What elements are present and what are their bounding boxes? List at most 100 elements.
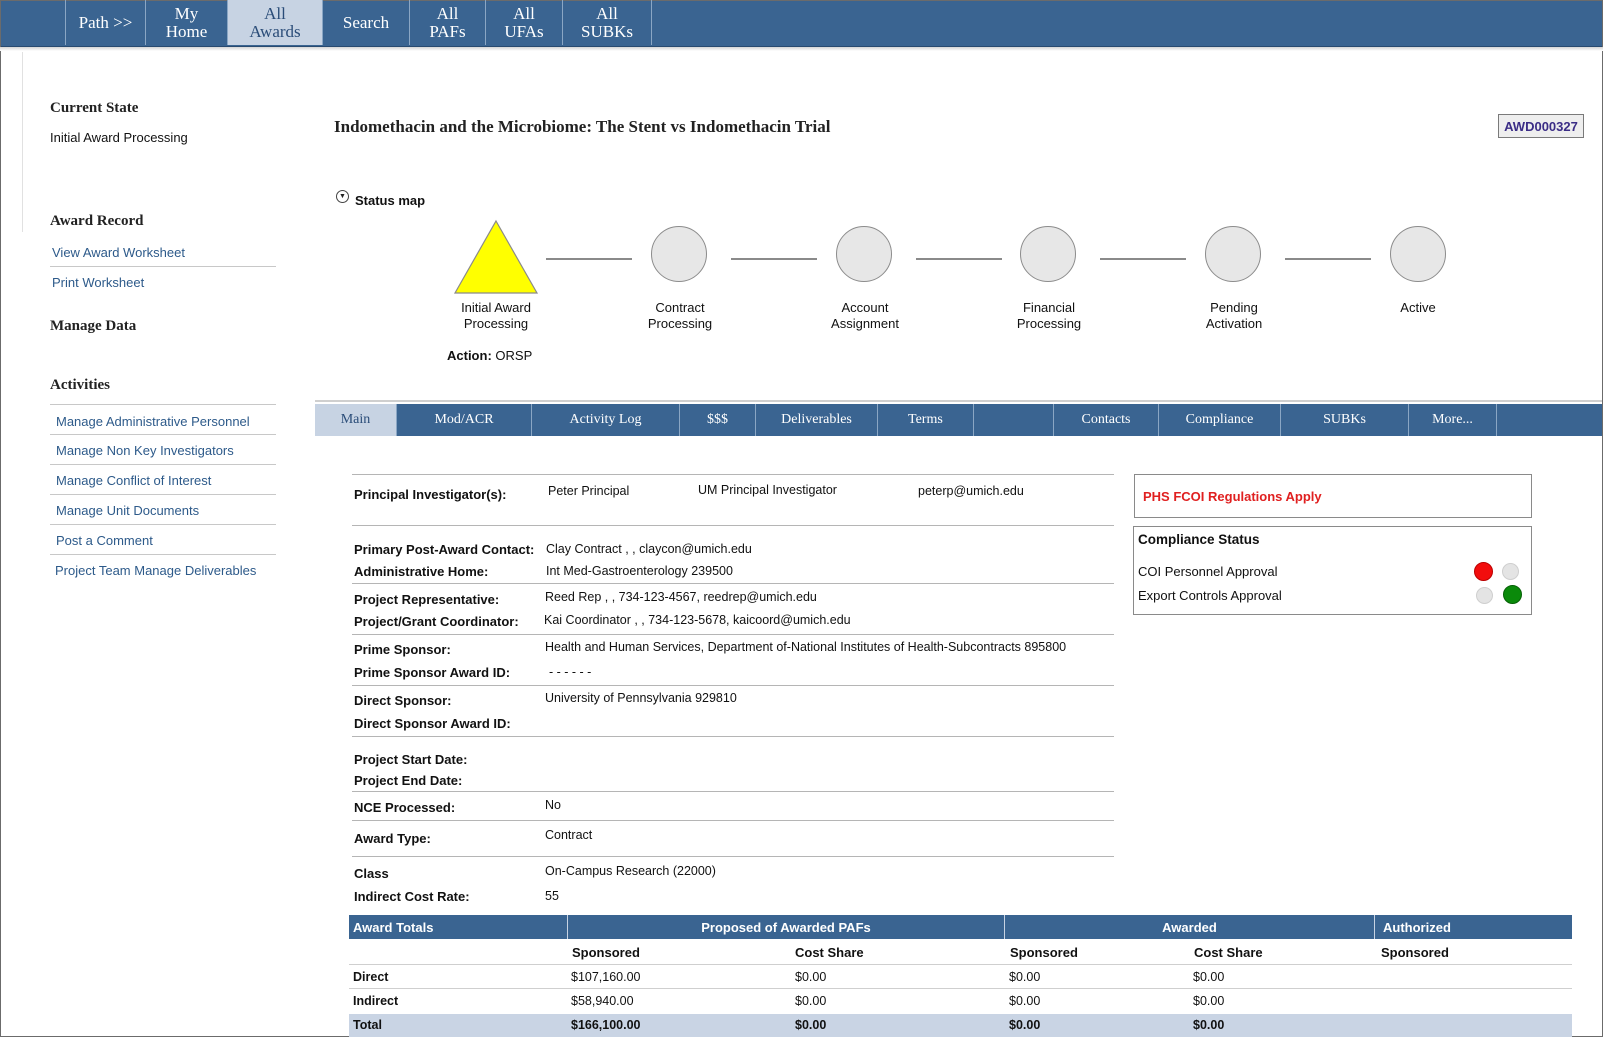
row-label-indirect: Indirect bbox=[353, 994, 399, 1008]
divider bbox=[349, 988, 1572, 989]
divider bbox=[352, 856, 1114, 857]
table-cell: $0.00 bbox=[795, 994, 827, 1008]
view-award-worksheet-link[interactable]: View Award Worksheet bbox=[52, 245, 185, 260]
prime-sponsor-award-id-value: - - - - - - bbox=[549, 665, 592, 679]
green-status-light-icon bbox=[1503, 585, 1522, 604]
divider bbox=[352, 685, 1114, 686]
prime-sponsor-label: Prime Sponsor: bbox=[354, 642, 451, 657]
nav-all-subks[interactable]: All SUBKs bbox=[562, 0, 652, 45]
action-label: Action: bbox=[447, 348, 492, 363]
pi-label: Principal Investigator(s): bbox=[354, 487, 507, 502]
status-label-initial-award-processing: Initial Award Processing bbox=[461, 300, 531, 331]
divider bbox=[50, 434, 276, 435]
tab-money[interactable]: $$$ bbox=[680, 404, 756, 436]
action-line: Action: ORSP bbox=[447, 348, 532, 363]
nce-processed-label: NCE Processed: bbox=[354, 800, 456, 815]
tab-main[interactable]: Main bbox=[315, 404, 397, 436]
award-totals-header: Award Totals bbox=[349, 915, 567, 939]
prime-sponsor-award-id-label: Prime Sponsor Award ID: bbox=[354, 665, 511, 680]
tab-more[interactable]: More... bbox=[1409, 404, 1497, 436]
tab-spacer bbox=[974, 404, 1054, 436]
award-id-badge[interactable]: AWD000327 bbox=[1498, 114, 1584, 138]
status-label-contract-processing: Contract Processing bbox=[647, 300, 713, 331]
table-cell: $0.00 bbox=[1193, 1018, 1225, 1032]
prime-sponsor-value: Health and Human Services, Department of… bbox=[545, 640, 1067, 654]
action-value: ORSP bbox=[495, 348, 533, 363]
divider bbox=[50, 524, 276, 525]
manage-conflict-of-interest-link[interactable]: Manage Conflict of Interest bbox=[56, 473, 211, 488]
nav-all-pafs[interactable]: All PAFs bbox=[409, 0, 485, 45]
divider bbox=[352, 820, 1114, 821]
class-value: On-Campus Research (22000) bbox=[545, 864, 716, 878]
table-cell: $0.00 bbox=[1193, 970, 1225, 984]
nav-search[interactable]: Search bbox=[322, 0, 409, 45]
compliance-status-title: Compliance Status bbox=[1138, 532, 1260, 547]
table-cell: $0.00 bbox=[1193, 994, 1225, 1008]
status-step-pending-activation bbox=[1205, 226, 1261, 282]
current-state-value: Initial Award Processing bbox=[50, 130, 188, 145]
tab-mod-acr[interactable]: Mod/ACR bbox=[397, 404, 532, 436]
inactive-status-light-icon bbox=[1476, 587, 1493, 604]
print-worksheet-link[interactable]: Print Worksheet bbox=[52, 275, 144, 290]
award-type-label: Award Type: bbox=[354, 831, 431, 846]
activities-heading: Activities bbox=[50, 377, 110, 393]
tab-compliance[interactable]: Compliance bbox=[1159, 404, 1281, 436]
table-cell: $0.00 bbox=[1009, 994, 1041, 1008]
administrative-home-label: Administrative Home: bbox=[354, 564, 489, 579]
tab-deliverables[interactable]: Deliverables bbox=[756, 404, 878, 436]
nav-all-ufas[interactable]: All UFAs bbox=[485, 0, 562, 45]
project-team-manage-deliverables-link[interactable]: Project Team Manage Deliverables bbox=[55, 563, 256, 578]
manage-administrative-personnel-link[interactable]: Manage Administrative Personnel bbox=[56, 414, 250, 429]
collapse-toggle-icon[interactable]: ▼ bbox=[336, 190, 349, 203]
award-type-value: Contract bbox=[545, 828, 593, 842]
nav-my-home[interactable]: My Home bbox=[145, 0, 227, 45]
current-state-heading: Current State bbox=[50, 100, 139, 116]
manage-unit-documents-link[interactable]: Manage Unit Documents bbox=[56, 503, 199, 518]
manage-non-key-investigators-link[interactable]: Manage Non Key Investigators bbox=[56, 443, 234, 458]
project-coordinator-value: Kai Coordinator , , 734-123-5678, kaicoo… bbox=[544, 613, 851, 627]
coi-personnel-approval-label: COI Personnel Approval bbox=[1138, 564, 1278, 579]
status-label-pending-activation: Pending Activation bbox=[1205, 300, 1263, 331]
divider bbox=[50, 464, 276, 465]
tab-subks[interactable]: SUBKs bbox=[1281, 404, 1409, 436]
subheader-cost-share: Cost Share bbox=[1194, 945, 1263, 960]
divider bbox=[352, 474, 1114, 475]
awarded-header: Awarded bbox=[1004, 915, 1374, 939]
status-connector bbox=[546, 258, 632, 260]
current-state-triangle-icon bbox=[453, 219, 539, 294]
post-a-comment-link[interactable]: Post a Comment bbox=[56, 533, 153, 548]
project-representative-label: Project Representative: bbox=[354, 592, 500, 607]
table-cell: $166,100.00 bbox=[571, 1018, 641, 1032]
divider bbox=[50, 494, 276, 495]
nce-processed-value: No bbox=[545, 798, 561, 812]
nav-all-awards[interactable]: All Awards bbox=[227, 0, 322, 45]
tab-activity-log[interactable]: Activity Log bbox=[532, 404, 680, 436]
status-step-account-assignment bbox=[836, 226, 892, 282]
fcoi-notice-text: PHS FCOI Regulations Apply bbox=[1143, 489, 1322, 504]
status-map-label: Status map bbox=[355, 193, 426, 208]
administrative-home-value: Int Med-Gastroenterology 239500 bbox=[546, 564, 733, 578]
nav-path[interactable]: Path >> bbox=[65, 0, 145, 45]
direct-sponsor-label: Direct Sponsor: bbox=[354, 693, 452, 708]
page-title: Indomethacin and the Microbiome: The Ste… bbox=[334, 117, 831, 136]
pi-name: Peter Principal bbox=[548, 484, 630, 498]
pi-role: UM Principal Investigator bbox=[698, 483, 837, 497]
table-cell: $0.00 bbox=[1009, 970, 1041, 984]
window-frame bbox=[0, 0, 1603, 1037]
pi-email: peterp@umich.edu bbox=[918, 484, 1024, 498]
tab-terms[interactable]: Terms bbox=[878, 404, 974, 436]
row-label-total: Total bbox=[353, 1018, 382, 1032]
tabbar-top-rule bbox=[315, 400, 1602, 402]
project-end-date-label: Project End Date: bbox=[354, 773, 463, 788]
tab-contacts[interactable]: Contacts bbox=[1054, 404, 1159, 436]
table-cell: $0.00 bbox=[795, 1018, 827, 1032]
status-step-contract-processing bbox=[651, 226, 707, 282]
red-status-light-icon bbox=[1474, 562, 1493, 581]
divider bbox=[50, 554, 276, 555]
total-row bbox=[349, 1014, 1572, 1037]
table-cell: $0.00 bbox=[1009, 1018, 1041, 1032]
row-label-direct: Direct bbox=[353, 970, 389, 984]
divider bbox=[352, 736, 1114, 737]
sidebar-separator bbox=[22, 52, 23, 232]
